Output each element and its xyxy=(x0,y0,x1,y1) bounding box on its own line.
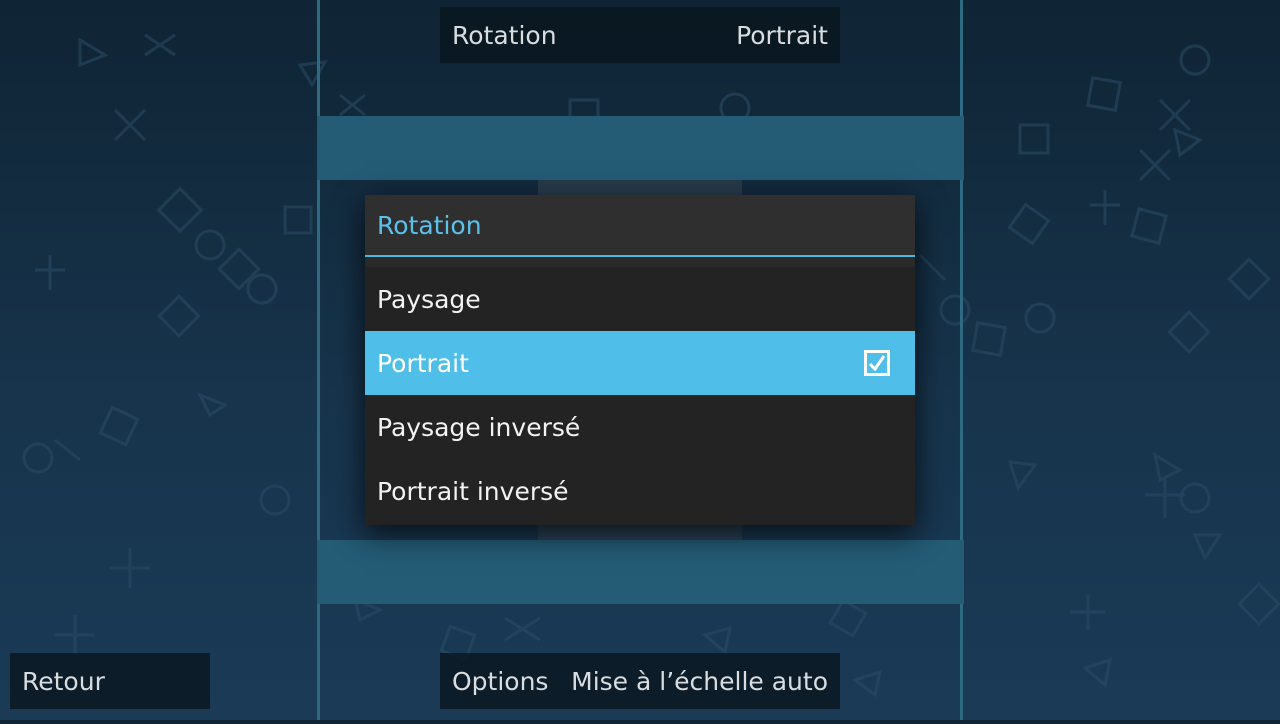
rotation-dialog: Rotation Paysage Portrait Paysage invers… xyxy=(365,195,915,525)
back-button-label: Retour xyxy=(22,666,105,696)
dialog-bottom-band xyxy=(317,540,964,604)
center-column-right-border xyxy=(960,0,963,720)
bottom-actions-bar: Options Mise à l’échelle auto xyxy=(440,653,840,709)
option-label: Portrait inversé xyxy=(377,476,569,506)
center-column-left-border xyxy=(317,0,320,720)
options-button[interactable]: Options xyxy=(452,667,548,696)
option-label: Portrait xyxy=(377,348,469,378)
option-label: Paysage xyxy=(377,284,481,314)
rotation-setting-row[interactable]: Rotation Portrait xyxy=(440,7,840,63)
option-portrait-inverse[interactable]: Portrait inversé xyxy=(365,459,915,523)
option-paysage-inverse[interactable]: Paysage inversé xyxy=(365,395,915,459)
checked-checkbox-icon xyxy=(864,350,890,376)
dialog-top-band xyxy=(317,116,964,180)
rotation-setting-value: Portrait xyxy=(736,20,828,50)
back-button[interactable]: Retour xyxy=(10,653,210,709)
dialog-title: Rotation xyxy=(365,195,915,257)
option-label: Paysage inversé xyxy=(377,412,581,442)
option-paysage[interactable]: Paysage xyxy=(365,267,915,331)
dialog-divider xyxy=(365,257,915,267)
auto-scale-button[interactable]: Mise à l’échelle auto xyxy=(571,667,828,696)
option-portrait[interactable]: Portrait xyxy=(365,331,915,395)
rotation-setting-label: Rotation xyxy=(452,20,557,50)
